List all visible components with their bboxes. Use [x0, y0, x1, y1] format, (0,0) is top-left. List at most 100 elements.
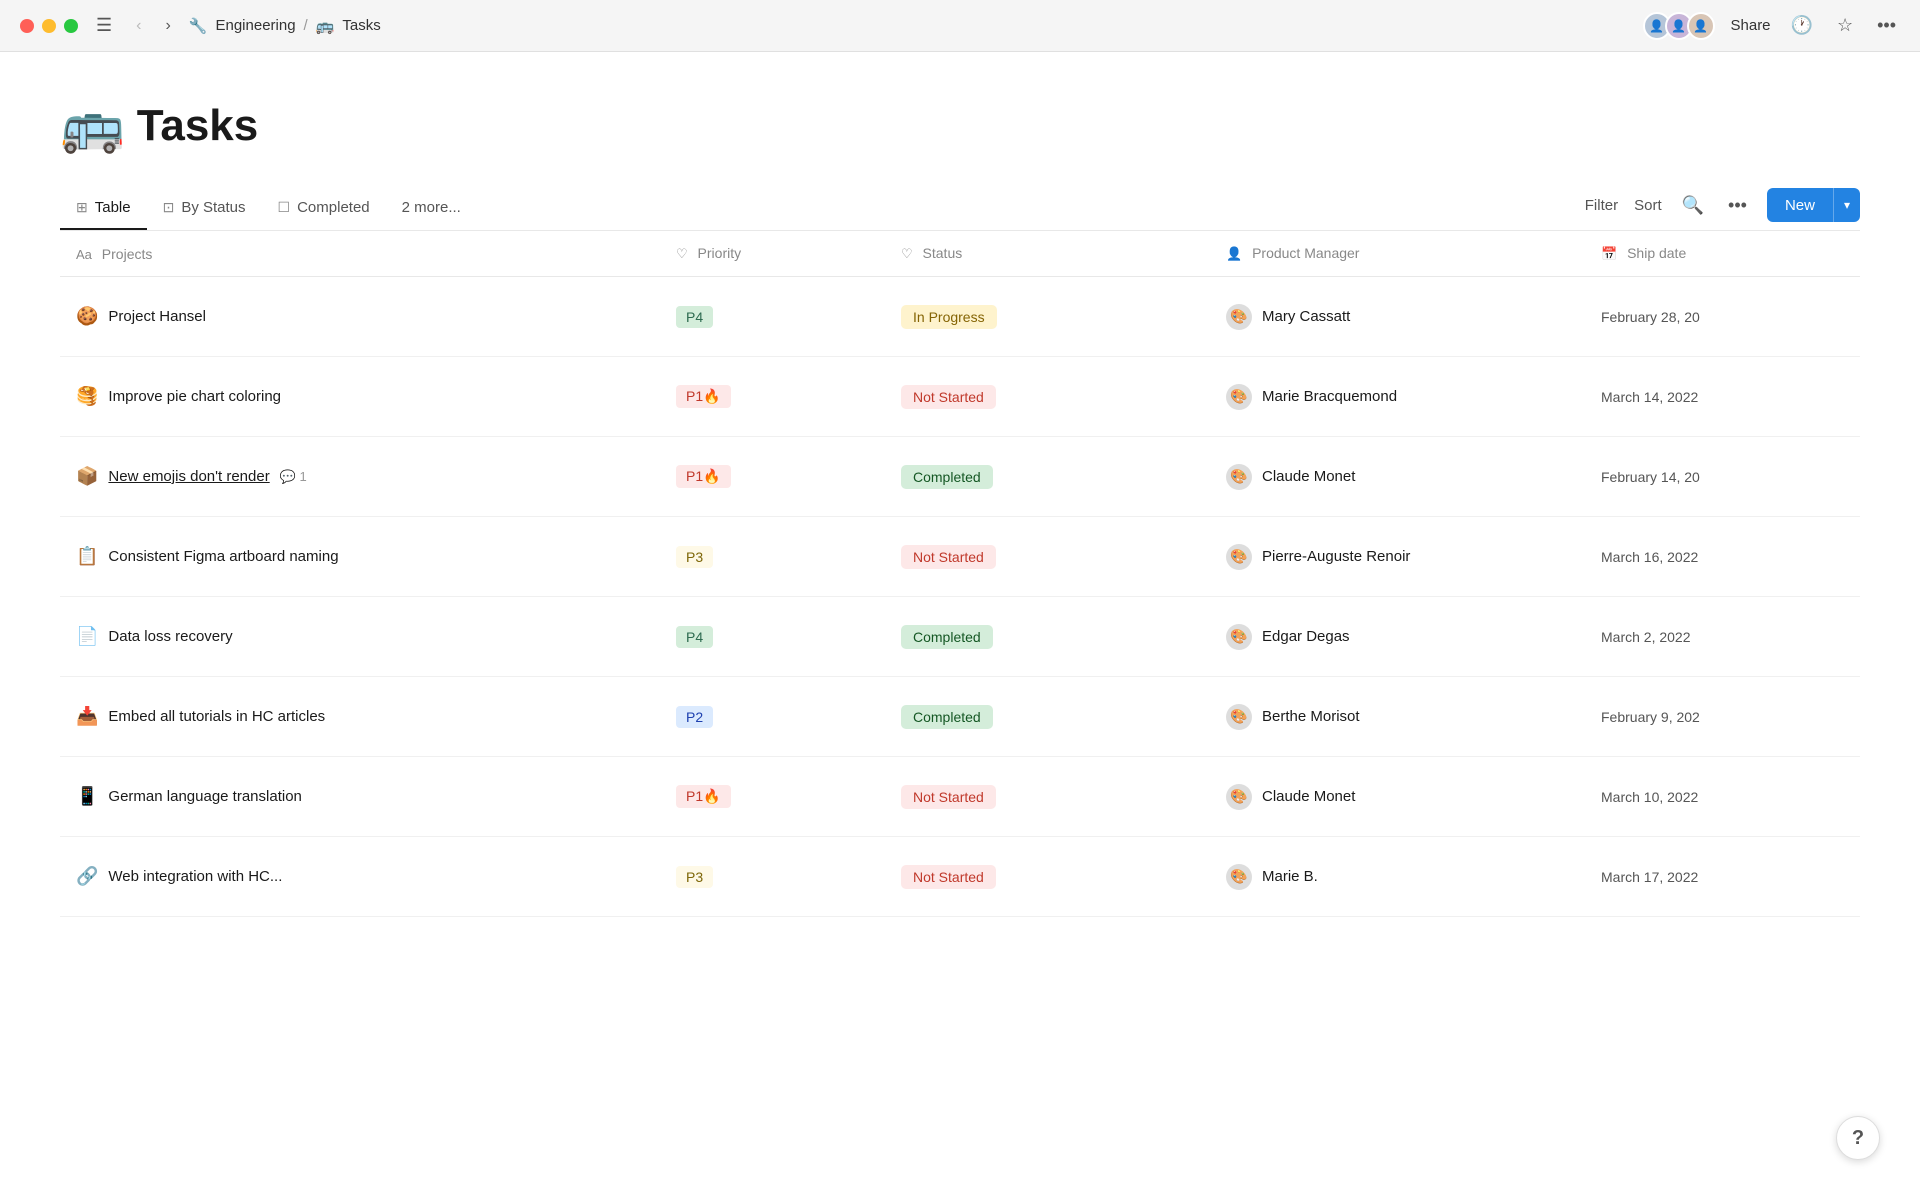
status-cell[interactable]: In Progress: [885, 277, 1210, 357]
manager-avatar: 🎨: [1226, 704, 1252, 730]
manager-avatar: 🎨: [1226, 304, 1252, 330]
breadcrumb: 🔧 Engineering / 🚌 Tasks: [189, 17, 1631, 35]
table-row[interactable]: 🔗 Web integration with HC... P3 Not Star…: [60, 837, 1860, 917]
project-cell[interactable]: 📱 German language translation: [60, 757, 660, 837]
table-row[interactable]: 📋 Consistent Figma artboard naming P3 No…: [60, 517, 1860, 597]
sort-button[interactable]: Sort: [1634, 197, 1662, 214]
back-btn[interactable]: ‹: [130, 13, 147, 39]
project-cell[interactable]: 📄 Data loss recovery: [60, 597, 660, 677]
share-button[interactable]: Share: [1731, 17, 1771, 34]
priority-cell[interactable]: P4: [660, 277, 885, 357]
priority-badge: P1🔥: [676, 385, 731, 408]
priority-badge: P3: [676, 546, 713, 568]
titlebar-actions: 👤 👤 👤 Share 🕐 ☆ •••: [1643, 11, 1901, 40]
shipdate-cell: February 28, 20: [1585, 277, 1860, 357]
status-badge: Not Started: [901, 785, 996, 809]
options-icon[interactable]: •••: [1724, 191, 1751, 220]
status-cell[interactable]: Not Started: [885, 837, 1210, 917]
page-name[interactable]: Tasks: [342, 17, 380, 34]
filter-button[interactable]: Filter: [1585, 197, 1618, 214]
project-name: Embed all tutorials in HC articles: [108, 708, 325, 725]
avatar: 👤: [1687, 12, 1715, 40]
manager-avatar: 🎨: [1226, 784, 1252, 810]
project-emoji: 📄: [76, 626, 98, 647]
new-button[interactable]: New: [1767, 188, 1833, 222]
help-button[interactable]: ?: [1836, 1116, 1880, 1160]
project-emoji: 🍪: [76, 306, 98, 327]
manager-cell[interactable]: 🎨 Marie B.: [1210, 837, 1585, 917]
priority-cell[interactable]: P3: [660, 517, 885, 597]
history-icon[interactable]: 🕐: [1787, 11, 1817, 40]
project-name: Improve pie chart coloring: [108, 388, 281, 405]
menu-btn[interactable]: ☰: [90, 11, 118, 40]
project-emoji: 📋: [76, 546, 98, 567]
project-name: Web integration with HC...: [108, 868, 282, 885]
manager-avatar: 🎨: [1226, 864, 1252, 890]
col-header-manager[interactable]: 👤 Product Manager: [1210, 231, 1585, 277]
project-cell[interactable]: 🔗 Web integration with HC...: [60, 837, 660, 917]
tabs-actions: Filter Sort 🔍 ••• New ▾: [1585, 188, 1860, 230]
star-icon[interactable]: ☆: [1833, 11, 1857, 40]
table-row[interactable]: 🥞 Improve pie chart coloring P1🔥 Not Sta…: [60, 357, 1860, 437]
status-cell[interactable]: Not Started: [885, 757, 1210, 837]
project-cell[interactable]: 📦 New emojis don't render 💬 1: [60, 437, 660, 517]
table-row[interactable]: 📱 German language translation P1🔥 Not St…: [60, 757, 1860, 837]
status-cell[interactable]: Completed: [885, 437, 1210, 517]
manager-cell[interactable]: 🎨 Berthe Morisot: [1210, 677, 1585, 757]
manager-cell[interactable]: 🎨 Claude Monet: [1210, 757, 1585, 837]
status-col-icon: ♡: [901, 246, 913, 261]
status-badge: Completed: [901, 705, 993, 729]
project-name: German language translation: [108, 788, 301, 805]
manager-cell[interactable]: 🎨 Edgar Degas: [1210, 597, 1585, 677]
priority-cell[interactable]: P4: [660, 597, 885, 677]
manager-cell[interactable]: 🎨 Pierre-Auguste Renoir: [1210, 517, 1585, 597]
shipdate-cell: March 10, 2022: [1585, 757, 1860, 837]
manager-col-icon: 👤: [1226, 246, 1242, 261]
avatar-group: 👤 👤 👤: [1643, 12, 1715, 40]
minimize-btn[interactable]: [42, 19, 56, 33]
project-emoji: 🔗: [76, 866, 98, 887]
priority-badge: P3: [676, 866, 713, 888]
tab-table[interactable]: ⊞ Table: [60, 189, 147, 230]
close-btn[interactable]: [20, 19, 34, 33]
project-cell[interactable]: 📥 Embed all tutorials in HC articles: [60, 677, 660, 757]
priority-cell[interactable]: P1🔥: [660, 757, 885, 837]
manager-cell[interactable]: 🎨 Claude Monet: [1210, 437, 1585, 517]
project-cell[interactable]: 📋 Consistent Figma artboard naming: [60, 517, 660, 597]
priority-cell[interactable]: P1🔥: [660, 437, 885, 517]
table-row[interactable]: 📦 New emojis don't render 💬 1 P1🔥 Comple…: [60, 437, 1860, 517]
table-row[interactable]: 📄 Data loss recovery P4 Completed 🎨 Edga…: [60, 597, 1860, 677]
manager-cell[interactable]: 🎨 Mary Cassatt: [1210, 277, 1585, 357]
new-button-caret[interactable]: ▾: [1833, 188, 1860, 222]
manager-cell[interactable]: 🎨 Marie Bracquemond: [1210, 357, 1585, 437]
project-name: Data loss recovery: [108, 628, 232, 645]
priority-cell[interactable]: P2: [660, 677, 885, 757]
maximize-btn[interactable]: [64, 19, 78, 33]
workspace-name[interactable]: Engineering: [215, 17, 295, 34]
status-cell[interactable]: Completed: [885, 597, 1210, 677]
col-header-shipdate[interactable]: 📅 Ship date: [1585, 231, 1860, 277]
status-cell[interactable]: Not Started: [885, 517, 1210, 597]
project-name: New emojis don't render: [108, 468, 269, 485]
shipdate-cell: March 17, 2022: [1585, 837, 1860, 917]
search-icon[interactable]: 🔍: [1678, 191, 1708, 220]
col-header-status[interactable]: ♡ Status: [885, 231, 1210, 277]
priority-cell[interactable]: P3: [660, 837, 885, 917]
project-cell[interactable]: 🥞 Improve pie chart coloring: [60, 357, 660, 437]
tab-completed[interactable]: ☐ Completed: [262, 189, 386, 230]
table-row[interactable]: 📥 Embed all tutorials in HC articles P2 …: [60, 677, 1860, 757]
table-row[interactable]: 🍪 Project Hansel P4 In Progress 🎨 Mary C…: [60, 277, 1860, 357]
tab-more[interactable]: 2 more...: [386, 189, 477, 230]
priority-badge: P4: [676, 626, 713, 648]
tab-by-status[interactable]: ⊡ By Status: [147, 189, 262, 230]
forward-btn[interactable]: ›: [159, 13, 176, 39]
project-cell[interactable]: 🍪 Project Hansel: [60, 277, 660, 357]
more-icon[interactable]: •••: [1873, 11, 1900, 40]
status-cell[interactable]: Completed: [885, 677, 1210, 757]
col-header-priority[interactable]: ♡ Priority: [660, 231, 885, 277]
col-header-projects[interactable]: Aa Projects: [60, 231, 660, 277]
priority-cell[interactable]: P1🔥: [660, 357, 885, 437]
status-badge: In Progress: [901, 305, 997, 329]
status-cell[interactable]: Not Started: [885, 357, 1210, 437]
new-btn-group: New ▾: [1767, 188, 1860, 222]
